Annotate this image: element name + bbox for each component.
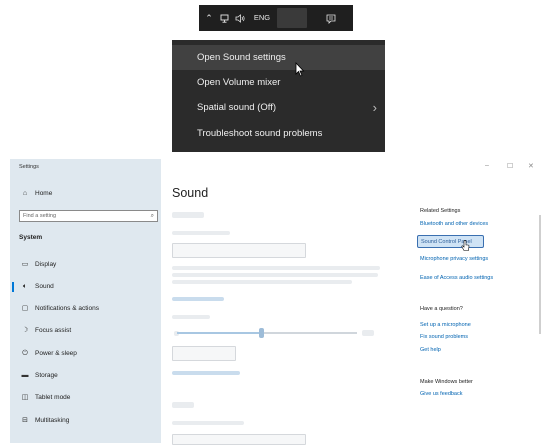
sidebar-item-label: Multitasking: [35, 417, 70, 424]
sidebar-item-label: Sound: [35, 283, 54, 290]
sidebar-item-label: Focus assist: [35, 327, 72, 334]
get-help-link[interactable]: Get help: [420, 347, 441, 353]
blurred-link[interactable]: [172, 297, 224, 301]
moon-icon: ☽: [21, 327, 29, 334]
maximize-button[interactable]: ☐: [507, 162, 513, 170]
sidebar-item-focus-assist[interactable]: ☽ Focus assist: [19, 325, 71, 337]
sidebar-item-storage[interactable]: ▬ Storage: [19, 370, 58, 382]
blurred-text: [172, 266, 380, 270]
blurred-text: [172, 315, 210, 319]
settings-window: Settings ⌂ Home Find a setting ⌕ System ▭ D…: [10, 159, 554, 445]
ease-of-access-audio-link[interactable]: Ease of Access audio settings: [420, 275, 493, 281]
fix-sound-problems-link[interactable]: Fix sound problems: [420, 334, 468, 340]
menu-item-spatial-sound[interactable]: Spatial sound (Off) ›: [172, 95, 385, 120]
sidebar-item-sound[interactable]: 🔈︎ Sound: [19, 281, 54, 293]
volume-slider-fill: [177, 332, 261, 334]
sidebar-item-home[interactable]: ⌂ Home: [19, 188, 52, 200]
multitasking-icon: ⊟: [22, 417, 28, 424]
sidebar-item-label: Storage: [35, 372, 58, 379]
speaker-icon: 🔈︎: [22, 283, 28, 290]
section-heading: System: [19, 234, 43, 241]
sound-control-panel-link[interactable]: Sound Control Panel: [417, 235, 484, 248]
minimize-button[interactable]: –: [485, 162, 489, 169]
volume-slider-thumb[interactable]: [259, 328, 264, 338]
display-icon: ▭: [21, 261, 29, 268]
menu-item-label: Spatial sound (Off): [197, 102, 277, 113]
tablet-icon: ◫: [21, 394, 29, 401]
sidebar-item-tablet-mode[interactable]: ◫ Tablet mode: [19, 392, 71, 404]
question-heading: Have a question?: [420, 306, 463, 312]
chevron-right-icon: ›: [372, 100, 377, 115]
taskbar: ⌃ ENG: [199, 5, 353, 31]
language-indicator[interactable]: ENG: [251, 5, 273, 31]
clock[interactable]: [277, 8, 307, 28]
make-windows-better-heading: Make Windows better: [420, 379, 473, 385]
blurred-heading: [172, 402, 194, 408]
blurred-dropdown[interactable]: [172, 243, 306, 258]
search-input[interactable]: Find a setting ⌕: [19, 210, 158, 222]
search-placeholder: Find a setting: [23, 213, 57, 219]
network-icon[interactable]: [217, 5, 231, 31]
action-center-icon[interactable]: [323, 5, 339, 31]
blurred-heading: [172, 212, 204, 218]
home-icon: ⌂: [22, 190, 28, 197]
sidebar-item-label: Home: [35, 190, 53, 197]
microphone-privacy-link[interactable]: Microphone privacy settings: [420, 256, 488, 262]
sidebar-item-power-sleep[interactable]: ⏻ Power & sleep: [19, 348, 77, 360]
active-indicator: [12, 282, 14, 292]
search-icon: ⌕: [150, 213, 154, 219]
notifications-icon: ▢: [21, 305, 29, 312]
set-up-microphone-link[interactable]: Set up a microphone: [420, 322, 471, 328]
page-title: Sound: [172, 186, 209, 200]
menu-item-label: Troubleshoot sound problems: [197, 128, 323, 139]
blurred-text: [172, 421, 244, 425]
chevron-up-icon[interactable]: ⌃: [202, 5, 216, 31]
settings-sidebar: Settings ⌂ Home Find a setting ⌕ System ▭ D…: [10, 159, 161, 443]
volume-context-menu: Open Sound settings Open Volume mixer Sp…: [172, 40, 385, 152]
blurred-button[interactable]: [172, 346, 236, 361]
blurred-link[interactable]: [172, 371, 240, 375]
sidebar-item-label: Power & sleep: [35, 350, 77, 357]
menu-item-label: Open Volume mixer: [197, 77, 281, 88]
sidebar-item-notifications[interactable]: ▢ Notifications & actions: [19, 303, 99, 315]
bluetooth-devices-link[interactable]: Bluetooth and other devices: [420, 221, 488, 227]
storage-icon: ▬: [21, 372, 29, 379]
blurred-text: [172, 280, 352, 284]
give-feedback-link[interactable]: Give us feedback: [420, 391, 463, 397]
sidebar-item-display[interactable]: ▭ Display: [19, 259, 57, 271]
volume-icon[interactable]: [232, 5, 248, 31]
close-button[interactable]: ✕: [528, 162, 534, 170]
menu-item-label: Open Sound settings: [197, 52, 286, 63]
blurred-text: [172, 273, 378, 277]
power-icon: ⏻: [22, 350, 28, 357]
menu-item-troubleshoot-sound[interactable]: Troubleshoot sound problems: [172, 121, 385, 146]
menu-item-open-sound-settings[interactable]: Open Sound settings: [172, 45, 385, 70]
mouse-cursor-icon: [295, 62, 305, 77]
sidebar-item-label: Notifications & actions: [35, 305, 99, 312]
blurred-text: [172, 231, 230, 235]
sidebar-item-label: Tablet mode: [35, 394, 71, 401]
related-settings-heading: Related Settings: [420, 208, 461, 214]
blurred-value: [362, 330, 374, 336]
sidebar-item-label: Display: [35, 261, 57, 268]
menu-item-open-volume-mixer[interactable]: Open Volume mixer: [172, 70, 385, 95]
scrollbar[interactable]: [539, 215, 541, 334]
blurred-dropdown[interactable]: [172, 434, 306, 445]
app-title: Settings: [19, 164, 39, 170]
hand-cursor-icon: [461, 240, 470, 251]
sidebar-item-multitasking[interactable]: ⊟ Multitasking: [19, 415, 69, 427]
